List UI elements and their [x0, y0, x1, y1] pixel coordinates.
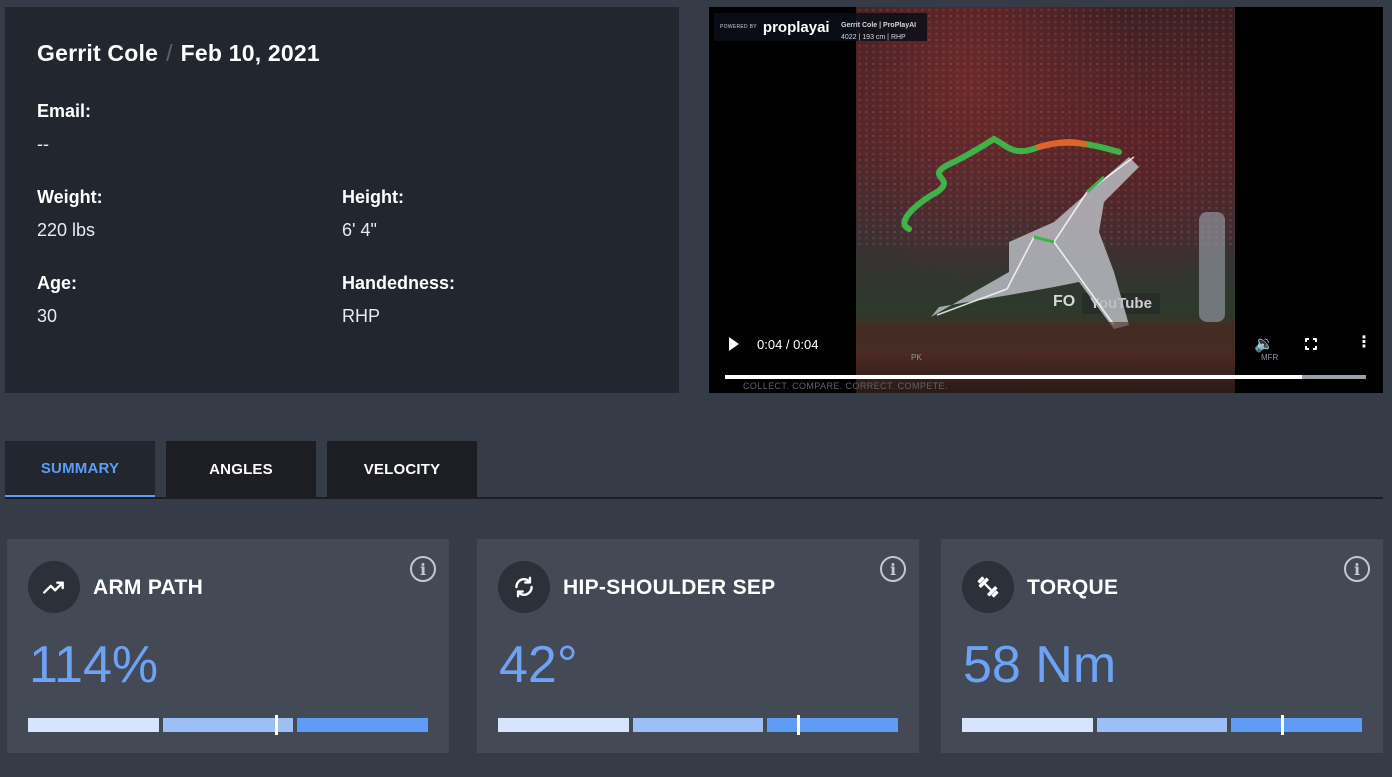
trending-up-icon: [28, 561, 80, 613]
gauge-segment-high: [1231, 718, 1362, 732]
gauge-marker: [274, 715, 278, 735]
metric-card-torque: TORQUE i 58 Nm: [941, 539, 1383, 753]
athlete-profile-card: Gerrit Cole / Feb 10, 2021 Email: -- Weigh…: [5, 7, 679, 393]
age-field: Age: 30: [37, 273, 77, 327]
email-field: Email: --: [37, 101, 91, 155]
gauge-segment-high: [297, 718, 428, 732]
gauge-segment-mid: [633, 718, 763, 732]
video-meta-line2: 4022 | 193 cm | RHP: [841, 34, 906, 41]
weight-label: Weight:: [37, 187, 103, 207]
profile-title: Gerrit Cole / Feb 10, 2021: [37, 40, 320, 67]
metric-title: ARM PATH: [93, 576, 204, 599]
marker-pk-label: PK: [911, 353, 922, 362]
handedness-value: RHP: [342, 306, 381, 326]
background-player: [1199, 212, 1225, 322]
fullscreen-icon[interactable]: [1304, 337, 1318, 351]
video-seek-bar[interactable]: [725, 375, 1366, 379]
handedness-label: Handedness:: [342, 273, 456, 293]
metric-value: 42°: [499, 636, 578, 694]
metric-card-arm-path: ARM PATH i 114%: [7, 539, 449, 753]
video-meta-line1: Gerrit Cole | ProPlayAI: [841, 22, 917, 29]
info-icon[interactable]: i: [410, 556, 436, 582]
email-value: --: [37, 134, 49, 154]
rotate-icon: [498, 561, 550, 613]
title-separator: /: [166, 40, 173, 66]
metric-title: TORQUE: [1027, 576, 1119, 599]
info-icon[interactable]: i: [880, 556, 906, 582]
info-icon[interactable]: i: [1344, 556, 1370, 582]
tab-angles[interactable]: ANGLES: [166, 441, 316, 497]
analysis-tabs: SUMMARY ANGLES VELOCITY: [5, 441, 1383, 499]
powered-by-label: POWERED BY: [720, 24, 757, 30]
session-date: Feb 10, 2021: [180, 40, 320, 66]
play-icon[interactable]: [729, 337, 739, 351]
proplayai-brand-bar: POWERED BY proplayai Gerrit Cole | ProPl…: [714, 13, 927, 41]
video-tagline: COLLECT. COMPARE. CORRECT. COMPETE.: [743, 381, 948, 391]
video-time: 0:04 / 0:04: [757, 337, 819, 352]
metric-gauge: [498, 715, 898, 735]
pitch-video-player[interactable]: FO YouTube POWERED BY proplayai Gerri: [709, 7, 1383, 393]
email-label: Email:: [37, 101, 92, 121]
handedness-field: Handedness: RHP: [342, 273, 455, 327]
gauge-segment-low: [28, 718, 159, 732]
video-controls: 0:04 / 0:04 PK MFR 🔉 ⋮ COLLECT. COMPARE.…: [709, 329, 1383, 393]
metric-gauge: [962, 715, 1362, 735]
weight-value: 220 lbs: [37, 220, 96, 240]
weight-field: Weight: 220 lbs: [37, 187, 103, 241]
marker-mfr-label: MFR: [1261, 353, 1279, 362]
more-options-icon[interactable]: ⋮: [1356, 335, 1372, 351]
height-field: Height: 6' 4": [342, 187, 404, 241]
gauge-marker: [1280, 715, 1284, 735]
athlete-name: Gerrit Cole: [37, 40, 159, 66]
gauge-marker: [796, 715, 800, 735]
proplayai-logo: proplayai: [762, 18, 830, 36]
metric-card-hip-shoulder-sep: HIP-SHOULDER SEP i 42°: [477, 539, 919, 753]
metric-gauge: [28, 715, 428, 735]
gauge-segment-mid: [1097, 718, 1227, 732]
tab-velocity[interactable]: VELOCITY: [327, 441, 477, 497]
height-label: Height:: [342, 187, 404, 207]
gauge-segment-low: [962, 718, 1093, 732]
tab-summary[interactable]: SUMMARY: [5, 441, 155, 497]
metric-title: HIP-SHOULDER SEP: [563, 576, 776, 599]
age-value: 30: [37, 306, 58, 326]
dumbbell-icon: [962, 561, 1014, 613]
gauge-segment-low: [498, 718, 629, 732]
gauge-segment-high: [767, 718, 898, 732]
video-meta: Gerrit Cole | ProPlayAI 4022 | 193 cm | …: [841, 20, 916, 44]
gauge-segment-mid: [163, 718, 293, 732]
metric-value: 114%: [29, 636, 159, 694]
volume-icon[interactable]: 🔉: [1254, 334, 1274, 354]
tabs-divider: [5, 497, 1383, 499]
metric-value: 58 Nm: [963, 636, 1117, 694]
age-label: Age:: [37, 273, 77, 293]
pitcher-silhouette: [931, 157, 1139, 329]
video-seek-progress: [725, 375, 1302, 379]
height-value: 6' 4": [342, 220, 377, 240]
arm-path-peak-segment: [1036, 139, 1087, 150]
